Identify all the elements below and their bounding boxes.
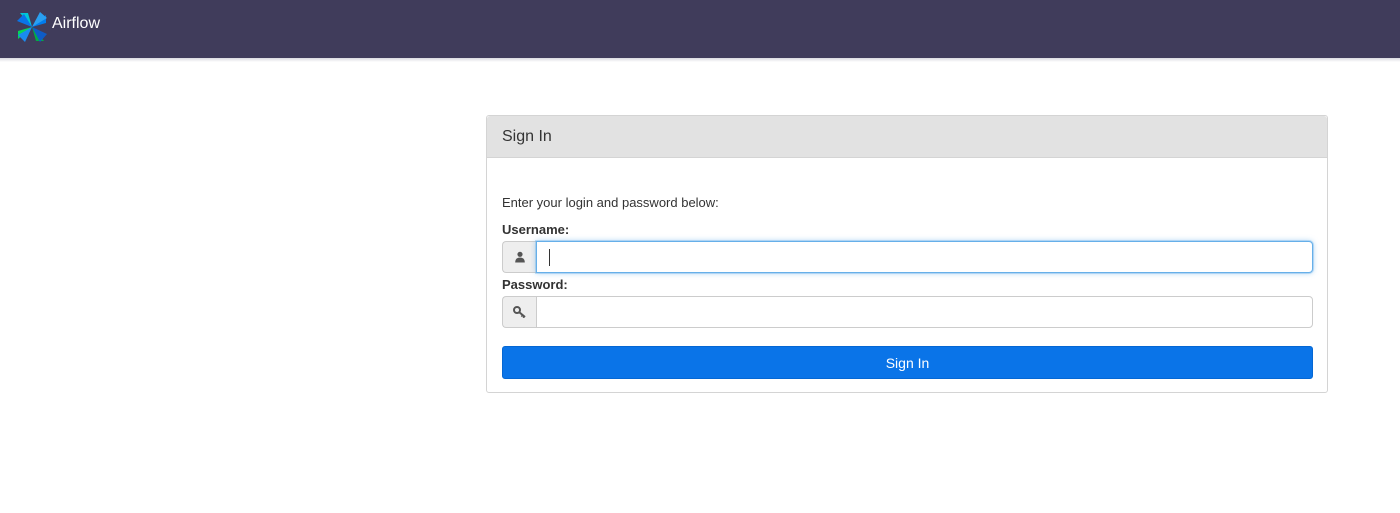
top-navbar: Airflow (0, 0, 1400, 58)
sign-in-panel: Sign In Enter your login and password be… (486, 115, 1328, 393)
password-input[interactable] (536, 296, 1313, 328)
navbar-shadow (0, 58, 1400, 62)
brand-home-link[interactable]: Airflow (14, 7, 100, 47)
sign-in-button[interactable]: Sign In (502, 346, 1313, 379)
user-icon (502, 241, 536, 273)
username-label: Username: (502, 222, 570, 237)
brand-name: Airflow (52, 15, 101, 32)
text-cursor (549, 249, 550, 266)
panel-title: Sign In (502, 127, 552, 145)
password-label: Password: (502, 277, 568, 292)
panel-heading: Sign In (487, 116, 1327, 158)
airflow-logo-icon (17, 12, 47, 42)
password-input-group (502, 296, 1313, 328)
key-icon (502, 296, 536, 328)
username-input-group (502, 241, 1313, 273)
username-input[interactable] (536, 241, 1313, 273)
login-instructions: Enter your login and password below: (502, 195, 719, 210)
